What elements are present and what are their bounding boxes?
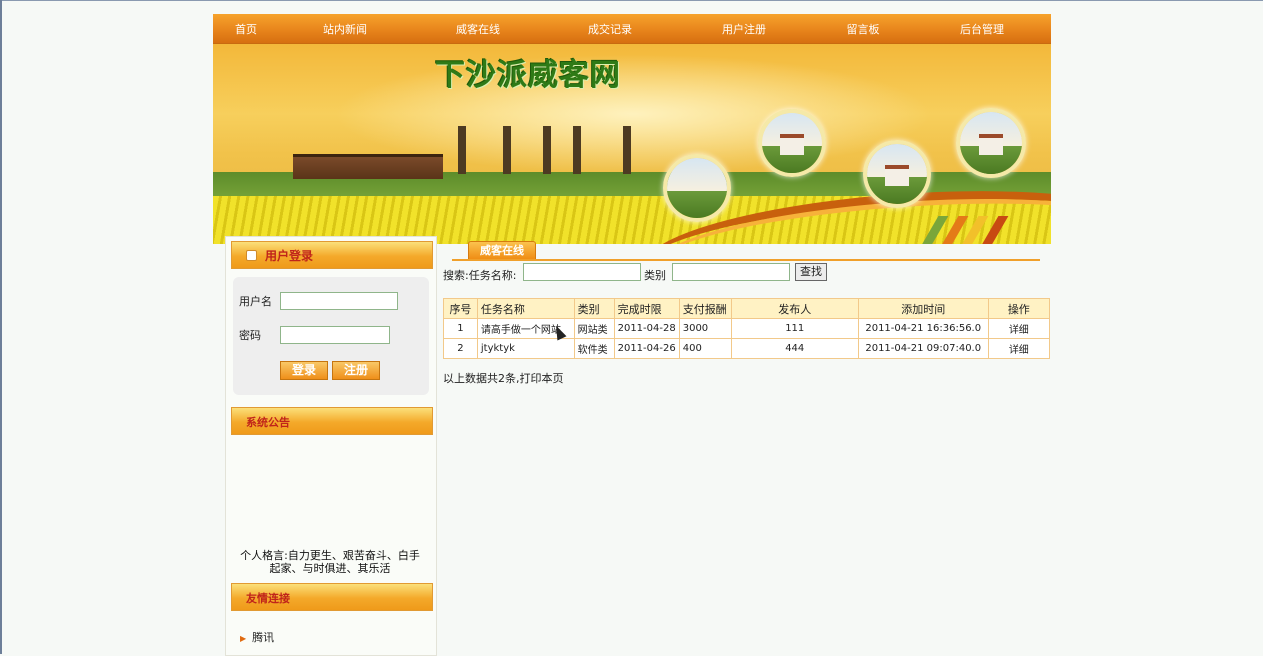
bullet-arrow-icon: ▶ <box>240 634 247 643</box>
nav-register[interactable]: 用户注册 <box>675 21 813 37</box>
top-border <box>0 0 1263 1</box>
announcement-title: 系统公告 <box>246 416 290 429</box>
col-header: 支付报酬 <box>678 298 732 319</box>
category-input[interactable] <box>672 263 790 281</box>
detail-link[interactable]: 详细 <box>987 338 1051 359</box>
announcement-header: 系统公告 <box>231 407 433 435</box>
tab-witkey-online[interactable]: 威客在线 <box>468 241 536 260</box>
username-label: 用户名 <box>239 295 272 308</box>
col-header: 完成时限 <box>613 298 680 319</box>
cell-added-time: 2011-04-21 16:36:56.0 <box>857 318 989 339</box>
tab-underline <box>452 259 1040 261</box>
table-row: 2 jtyktyk 软件类 2011-04-26 400 444 2011-04… <box>443 338 1051 359</box>
banner-building <box>293 154 443 179</box>
cell-publisher: 111 <box>730 318 859 339</box>
detail-link[interactable]: 详细 <box>987 318 1051 339</box>
page-wrapper: 首页 站内新闻 威客在线 成交记录 用户注册 留言板 后台管理 下沙派威客网 <box>213 14 1051 244</box>
login-box-title: 用户登录 <box>265 249 314 263</box>
banner-tree <box>573 126 581 174</box>
record-count-text[interactable]: 以上数据共2条,打印本页 <box>443 370 564 386</box>
banner-photo-circle <box>758 109 826 177</box>
col-header: 任务名称 <box>476 298 575 319</box>
col-header: 类别 <box>573 298 615 319</box>
friend-link-item[interactable]: ▶ 腾讯 <box>240 629 274 645</box>
col-header: 序号 <box>443 298 478 319</box>
cell-reward: 400 <box>678 338 732 359</box>
password-input[interactable] <box>280 326 390 344</box>
cell-deadline: 2011-04-28 <box>613 318 680 339</box>
cell-category: 软件类 <box>573 338 615 359</box>
banner-photo-circle <box>663 154 731 222</box>
nav-home[interactable]: 首页 <box>213 21 279 37</box>
task-table: 序号 任务名称 类别 完成时限 支付报酬 发布人 添加时间 操作 1 请高手做一… <box>443 298 1051 359</box>
cell-added-time: 2011-04-21 09:07:40.0 <box>857 338 989 359</box>
banner-tree <box>623 126 631 174</box>
cell-deadline: 2011-04-26 <box>613 338 680 359</box>
col-header: 添加时间 <box>857 298 989 319</box>
cell-reward: 3000 <box>678 318 732 339</box>
search-button[interactable]: 查找 <box>795 263 827 281</box>
login-button[interactable]: 登录 <box>280 361 328 380</box>
cell-category: 网站类 <box>573 318 615 339</box>
banner-photo-circle <box>863 140 931 208</box>
site-banner: 下沙派威客网 <box>213 44 1051 244</box>
cell-task-name[interactable]: jtyktyk <box>476 338 575 359</box>
left-sidebar: 用户登录 用户名 密码 登录 注册 系统公告 个人格言:自力更生、艰苦奋斗、白手… <box>225 236 437 656</box>
table-row: 1 请高手做一个网站 网站类 2011-04-28 3000 111 2011-… <box>443 318 1051 339</box>
banner-tree <box>458 126 466 174</box>
banner-photo-circle <box>956 108 1026 178</box>
cell-index: 2 <box>443 338 478 359</box>
banner-tree <box>503 126 511 174</box>
nav-deal-records[interactable]: 成交记录 <box>545 21 675 37</box>
top-nav: 首页 站内新闻 威客在线 成交记录 用户注册 留言板 后台管理 <box>213 14 1051 44</box>
site-title: 下沙派威客网 <box>435 58 621 93</box>
username-input[interactable] <box>280 292 398 310</box>
col-header: 发布人 <box>730 298 859 319</box>
category-label: 类别 <box>644 269 666 282</box>
task-name-input[interactable] <box>523 263 641 281</box>
nav-witkey-online[interactable]: 威客在线 <box>411 21 545 37</box>
cell-publisher: 444 <box>730 338 859 359</box>
nav-admin[interactable]: 后台管理 <box>913 21 1051 37</box>
left-border <box>0 0 2 654</box>
login-header-icon <box>246 250 257 261</box>
col-header: 操作 <box>987 298 1051 319</box>
friend-links-title: 友情连接 <box>246 592 290 605</box>
search-prefix-label: 搜索:任务名称: <box>443 269 517 282</box>
cell-index: 1 <box>443 318 478 339</box>
banner-tree <box>543 126 551 174</box>
friend-link-label: 腾讯 <box>252 631 275 644</box>
table-header-row: 序号 任务名称 类别 完成时限 支付报酬 发布人 添加时间 操作 <box>443 298 1051 319</box>
nav-news[interactable]: 站内新闻 <box>279 21 411 37</box>
friend-links-header: 友情连接 <box>231 583 433 611</box>
personal-motto: 个人格言:自力更生、艰苦奋斗、白手起家、与时俱进、其乐活 <box>240 549 420 573</box>
login-form: 用户名 密码 登录 注册 <box>233 277 429 395</box>
nav-guestbook[interactable]: 留言板 <box>813 21 913 37</box>
password-label: 密码 <box>239 329 261 342</box>
login-box-header: 用户登录 <box>231 241 433 269</box>
register-button[interactable]: 注册 <box>332 361 380 380</box>
